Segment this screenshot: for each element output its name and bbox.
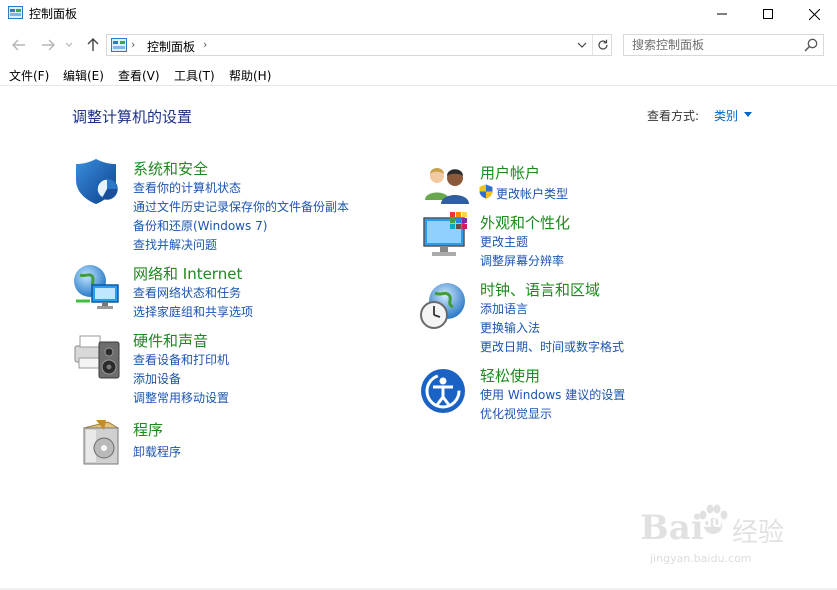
- menu-edit[interactable]: 编辑(E): [63, 67, 104, 84]
- menu-file[interactable]: 文件(F): [9, 67, 49, 84]
- menu-help[interactable]: 帮助(H): [229, 67, 271, 84]
- category-title-system-security[interactable]: 系统和安全: [133, 158, 208, 179]
- baidu-watermark: Bai du 经验 jingyan.baidu.com: [640, 496, 795, 568]
- menu-view[interactable]: 查看(V): [118, 67, 160, 84]
- users-icon[interactable]: [423, 162, 473, 212]
- link-homegroup-sharing[interactable]: 选择家庭组和共享选项: [133, 303, 253, 320]
- search-icon[interactable]: [804, 38, 818, 52]
- network-globe-icon[interactable]: [72, 263, 122, 313]
- minimize-button[interactable]: [699, 0, 745, 28]
- refresh-button[interactable]: [592, 35, 612, 55]
- category-title-appearance[interactable]: 外观和个性化: [480, 212, 570, 233]
- link-add-device[interactable]: 添加设备: [133, 370, 181, 387]
- watermark-suffix: 经验: [732, 518, 785, 548]
- category-title-hardware-sound[interactable]: 硬件和声音: [133, 330, 208, 351]
- maximize-button[interactable]: [745, 0, 791, 28]
- link-devices-printers[interactable]: 查看设备和打印机: [133, 351, 229, 368]
- maximize-icon: [763, 9, 773, 19]
- page-title: 调整计算机的设置: [72, 108, 193, 126]
- up-button[interactable]: [82, 35, 104, 55]
- link-view-computer-status[interactable]: 查看你的计算机状态: [133, 179, 241, 196]
- menu-tools[interactable]: 工具(T): [174, 67, 215, 84]
- watermark-url: jingyan.baidu.com: [650, 552, 752, 565]
- arrow-right-icon: [42, 39, 55, 51]
- link-file-history-backup[interactable]: 通过文件历史记录保存你的文件备份副本: [133, 198, 349, 215]
- menu-bar: 文件(F) 编辑(E) 查看(V) 工具(T) 帮助(H): [0, 62, 837, 86]
- ease-of-access-icon[interactable]: [420, 367, 470, 417]
- watermark-brand2: du: [702, 515, 722, 531]
- address-bar[interactable]: › 控制面板 ›: [106, 34, 612, 56]
- window-title: 控制面板: [29, 7, 78, 21]
- caret-down-icon[interactable]: [744, 112, 752, 117]
- control-panel-app-icon: [8, 6, 23, 19]
- printer-speaker-icon[interactable]: [73, 330, 123, 380]
- close-button[interactable]: [791, 0, 837, 28]
- search-box[interactable]: [623, 34, 824, 56]
- category-title-network[interactable]: 网络和 Internet: [133, 263, 242, 284]
- refresh-icon: [597, 39, 608, 50]
- forward-button[interactable]: [37, 35, 59, 55]
- breadcrumb-separator[interactable]: ›: [131, 38, 135, 51]
- programs-box-icon[interactable]: [78, 418, 128, 468]
- link-change-theme[interactable]: 更改主题: [480, 233, 528, 250]
- back-button[interactable]: [8, 35, 30, 55]
- watermark-brand: Bai: [640, 508, 704, 548]
- chevron-down-icon: [577, 42, 587, 48]
- recent-locations-button[interactable]: [62, 35, 76, 55]
- category-title-clock-region[interactable]: 时钟、语言和区域: [480, 279, 600, 300]
- link-optimize-visual-display[interactable]: 优化视觉显示: [480, 405, 552, 422]
- uac-shield-icon: [479, 184, 493, 199]
- link-troubleshoot[interactable]: 查找并解决问题: [133, 236, 217, 253]
- link-change-account-type[interactable]: 更改帐户类型: [496, 185, 568, 202]
- category-title-user-accounts[interactable]: 用户帐户: [480, 162, 540, 183]
- arrow-up-icon: [87, 38, 99, 51]
- clock-globe-icon[interactable]: [419, 281, 469, 331]
- link-add-language[interactable]: 添加语言: [480, 300, 528, 317]
- link-network-status[interactable]: 查看网络状态和任务: [133, 284, 241, 301]
- close-icon: [808, 8, 820, 20]
- control-panel-icon: [111, 38, 127, 52]
- search-input[interactable]: [624, 35, 800, 55]
- category-title-programs[interactable]: 程序: [133, 419, 163, 440]
- chevron-down-icon: [65, 42, 73, 47]
- link-date-time-format[interactable]: 更改日期、时间或数字格式: [480, 338, 624, 355]
- arrow-left-icon: [12, 39, 25, 51]
- navigation-bar: › 控制面板 ›: [0, 30, 837, 60]
- view-by-label: 查看方式:: [647, 109, 700, 123]
- link-uninstall-program[interactable]: 卸载程序: [133, 443, 181, 460]
- view-by-dropdown[interactable]: 类别: [714, 107, 738, 124]
- category-title-ease-of-access[interactable]: 轻松使用: [480, 365, 540, 386]
- shield-icon[interactable]: [74, 156, 124, 206]
- link-screen-resolution[interactable]: 调整屏幕分辨率: [480, 252, 564, 269]
- link-mobility-settings[interactable]: 调整常用移动设置: [133, 389, 229, 406]
- link-backup-restore[interactable]: 备份和还原(Windows 7): [133, 217, 267, 234]
- minimize-icon: [717, 13, 727, 15]
- link-change-input-method[interactable]: 更换输入法: [480, 319, 540, 336]
- monitor-personalize-icon[interactable]: [422, 212, 472, 262]
- title-bar: 控制面板: [0, 0, 837, 28]
- breadcrumb-separator[interactable]: ›: [203, 38, 207, 51]
- link-recommended-settings[interactable]: 使用 Windows 建议的设置: [480, 386, 625, 403]
- address-dropdown-button[interactable]: [573, 35, 591, 55]
- breadcrumb-control-panel[interactable]: 控制面板: [147, 38, 195, 55]
